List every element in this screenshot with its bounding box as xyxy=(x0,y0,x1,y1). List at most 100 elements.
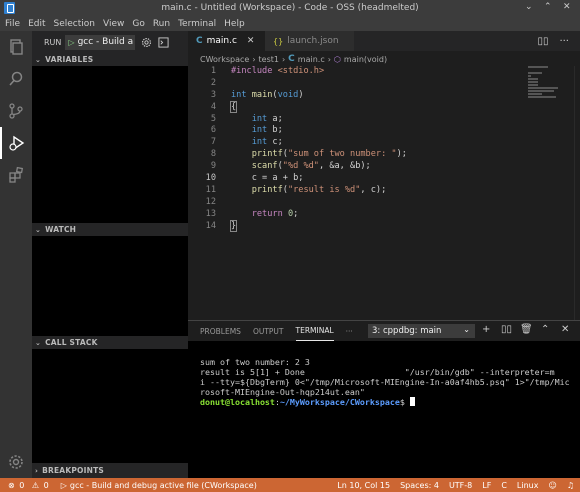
call-stack-section-header[interactable]: ⌄ CALL STACK xyxy=(32,336,188,349)
run-sidebar: RUN ▷ gcc - Build a ⌄ VARIABLES ⌄ WATCH … xyxy=(32,31,188,478)
code-line: 14} xyxy=(188,219,518,233)
error-count: 0 xyxy=(19,480,25,490)
launch-config-select[interactable]: ▷ gcc - Build a xyxy=(65,34,136,50)
terminal-output[interactable]: sum of two number: 2 3 result is 5[1] + D… xyxy=(200,357,576,407)
language-status[interactable]: C xyxy=(501,481,507,490)
variables-pane xyxy=(32,66,188,223)
chevron-down-icon: ⌄ xyxy=(35,338,42,347)
code-editor[interactable]: 1 #include <stdio.h> 2 3 int main(void) 4{… xyxy=(188,66,518,232)
menu-run[interactable]: Run xyxy=(153,19,170,29)
terminal-select[interactable]: 3: cppdbg: main ⌄ xyxy=(368,324,475,338)
tab-label: launch.json xyxy=(287,36,339,46)
watch-title: WATCH xyxy=(45,225,77,234)
bottom-panel: PROBLEMS OUTPUT TERMINAL ··· 3: cppdbg: … xyxy=(188,320,580,478)
line-number: 8 xyxy=(210,149,216,160)
line-number: 9 xyxy=(210,161,216,172)
debug-console-icon[interactable] xyxy=(157,36,169,48)
menu-edit[interactable]: Edit xyxy=(28,19,45,29)
tab-terminal[interactable]: TERMINAL xyxy=(295,321,334,341)
start-debug-icon[interactable]: ▷ xyxy=(68,38,74,47)
line-number: 3 xyxy=(210,89,216,100)
menu-view[interactable]: View xyxy=(103,19,124,29)
menu-file[interactable]: File xyxy=(5,19,20,29)
c-file-icon: C xyxy=(196,36,203,46)
panel-more-icon[interactable]: ··· xyxy=(346,321,353,341)
debug-config-label: gcc - Build and debug active file (CWork… xyxy=(69,480,257,490)
line-number: 2 xyxy=(210,77,216,88)
code-line: 11 printf("result is %d", c); xyxy=(188,185,518,197)
menu-terminal[interactable]: Terminal xyxy=(178,19,216,29)
tab-output[interactable]: OUTPUT xyxy=(253,321,284,341)
os-status[interactable]: Linux xyxy=(517,481,539,490)
cursor-position[interactable]: Ln 10, Col 15 xyxy=(337,481,390,490)
terminal-line: result is 5[1] + Done "/usr/bin/gdb" --i… xyxy=(200,367,555,377)
watch-section-header[interactable]: ⌄ WATCH xyxy=(32,223,188,236)
terminal-line: rosoft-MIEngine-Out-hqp214ut.ean" xyxy=(200,387,365,397)
encoding-status[interactable]: UTF-8 xyxy=(449,481,472,490)
breadcrumb-item[interactable]: CWorkspace xyxy=(200,55,249,64)
chevron-right-icon: › xyxy=(281,54,286,64)
call-stack-pane xyxy=(32,349,188,463)
menu-help[interactable]: Help xyxy=(224,19,245,29)
editor-tabs: C main.c ✕ {} launch.json ▯▯ ··· xyxy=(188,31,580,51)
feedback-icon[interactable]: ☺ xyxy=(548,481,556,490)
minimap[interactable] xyxy=(528,66,573,106)
breadcrumb-item[interactable]: main.c xyxy=(298,55,325,64)
debug-status[interactable]: ▷ gcc - Build and debug active file (CWor… xyxy=(57,481,257,490)
window-title: main.c - Untitled (Workspace) - Code - O… xyxy=(161,3,419,13)
prompt-symbol: $ xyxy=(399,397,410,407)
search-icon[interactable] xyxy=(0,63,32,95)
method-cube-icon: ⬡ xyxy=(333,54,341,64)
code-line: 12 xyxy=(188,197,518,209)
json-file-icon: {} xyxy=(273,36,284,46)
line-number: 13 xyxy=(205,208,216,219)
more-actions-icon[interactable]: ··· xyxy=(559,36,569,47)
run-label: RUN xyxy=(44,37,62,47)
breadcrumb: CWorkspace › test1 › C main.c › ⬡ main(v… xyxy=(188,52,387,66)
tab-launch-json[interactable]: {} launch.json xyxy=(265,31,354,51)
line-number: 12 xyxy=(205,196,216,207)
problems-status[interactable]: ⊗ 0 ⚠ 0 xyxy=(8,481,49,490)
tab-main-c[interactable]: C main.c ✕ xyxy=(188,31,265,51)
debug-play-icon: ▷ xyxy=(60,480,67,490)
warning-icon: ⚠ xyxy=(31,480,40,490)
close-window-icon[interactable]: ✕ xyxy=(563,2,571,12)
run-debug-icon[interactable] xyxy=(0,127,32,159)
breadcrumb-item[interactable]: main(void) xyxy=(344,55,387,64)
close-tab-icon[interactable]: ✕ xyxy=(247,36,255,46)
breadcrumb-item[interactable]: test1 xyxy=(259,55,279,64)
trash-icon[interactable]: 🗑 xyxy=(520,324,533,335)
manage-gear-icon[interactable] xyxy=(0,446,32,478)
error-icon: ⊗ xyxy=(8,480,15,490)
close-panel-icon[interactable]: ✕ xyxy=(561,324,569,335)
indentation-status[interactable]: Spaces: 4 xyxy=(400,481,439,490)
maximize-panel-icon[interactable]: ⌃ xyxy=(541,324,549,335)
notifications-bell-icon[interactable]: ♫ xyxy=(567,481,574,490)
menu-go[interactable]: Go xyxy=(132,19,144,29)
terminal-line: i --tty=${DbgTerm} 0<"/tmp/Microsoft-MIE… xyxy=(200,377,570,387)
new-terminal-icon[interactable]: + xyxy=(482,324,490,335)
code-line: 2 xyxy=(188,78,518,90)
code-line: 4{ xyxy=(188,100,518,114)
maximize-icon[interactable]: ⌃ xyxy=(544,2,552,12)
eol-status[interactable]: LF xyxy=(482,481,491,490)
c-file-icon: C xyxy=(288,54,295,64)
prompt-user: donut@localhost xyxy=(200,397,275,407)
source-control-icon[interactable] xyxy=(0,95,32,127)
variables-section-header[interactable]: ⌄ VARIABLES xyxy=(32,53,188,66)
code-line: 9 scanf("%d %d", &a, &b); xyxy=(188,161,518,173)
chevron-down-icon: ⌄ xyxy=(35,55,42,64)
tab-problems[interactable]: PROBLEMS xyxy=(200,321,241,341)
split-editor-icon[interactable]: ▯▯ xyxy=(537,36,548,47)
code-line: 1 #include <stdio.h> xyxy=(188,66,518,78)
extensions-icon[interactable] xyxy=(0,159,32,191)
code-line: 3 int main(void) xyxy=(188,90,518,102)
explorer-icon[interactable] xyxy=(0,31,32,63)
menu-selection[interactable]: Selection xyxy=(54,19,95,29)
settings-gear-icon[interactable] xyxy=(140,36,152,48)
split-terminal-icon[interactable]: ▯▯ xyxy=(501,324,512,335)
line-number: 11 xyxy=(205,184,216,195)
minimize-icon[interactable]: ⌄ xyxy=(525,2,533,12)
breakpoints-section-header[interactable]: › BREAKPOINTS xyxy=(32,464,188,477)
overview-ruler[interactable] xyxy=(574,66,580,320)
